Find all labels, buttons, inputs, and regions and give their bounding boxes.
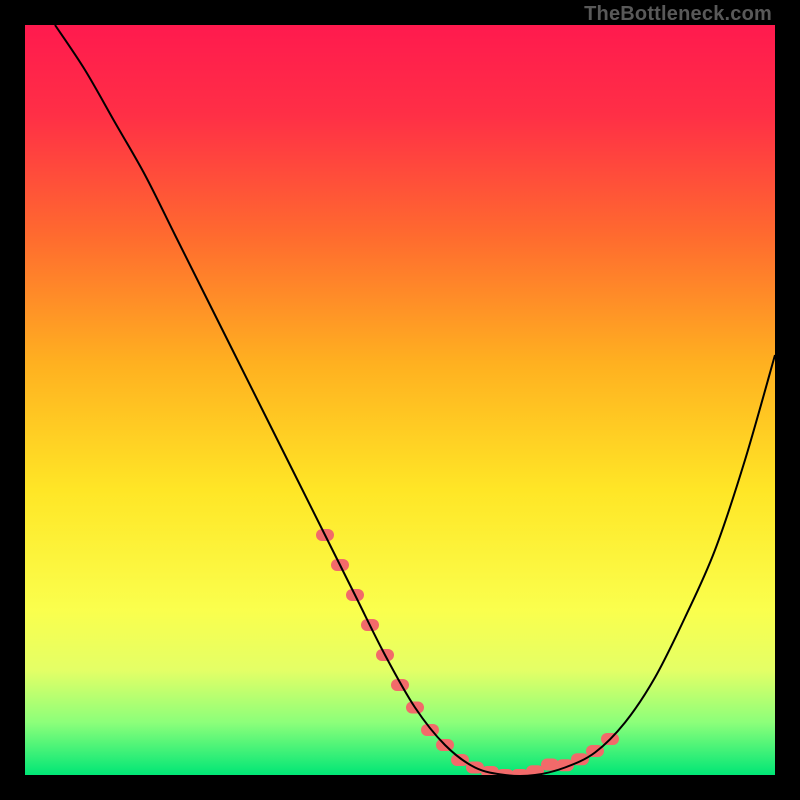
watermark-text: TheBottleneck.com	[584, 3, 772, 26]
plot-area	[25, 25, 775, 775]
marker-group	[316, 529, 619, 775]
bottleneck-curve	[55, 25, 775, 775]
curve-layer	[25, 25, 775, 775]
marker-point	[451, 754, 469, 766]
chart-frame: TheBottleneck.com	[0, 0, 800, 800]
